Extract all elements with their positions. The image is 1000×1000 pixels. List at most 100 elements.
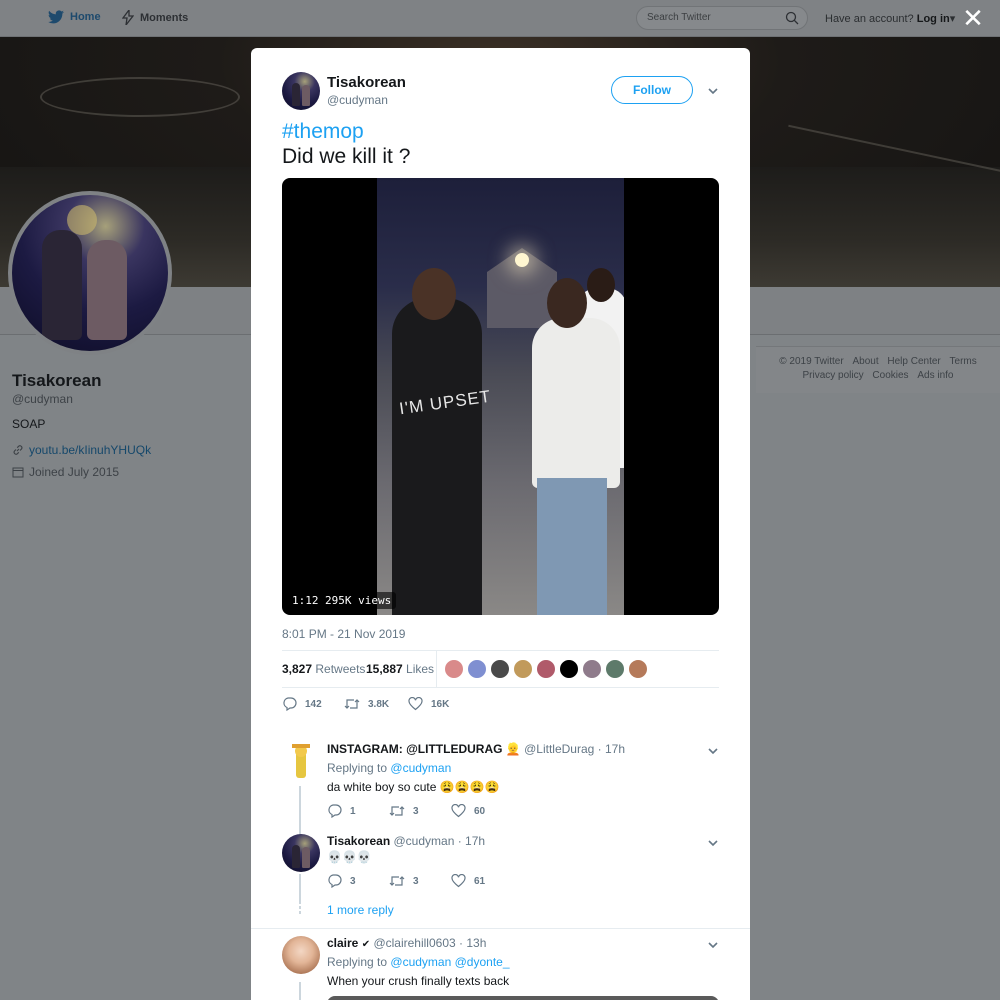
reply-time[interactable]: · 13h	[459, 936, 486, 950]
chevron-down-icon[interactable]	[706, 744, 720, 758]
likes-stat-label: Likes	[406, 662, 435, 676]
liker-avatar[interactable]	[605, 659, 625, 679]
liker-avatar[interactable]	[559, 659, 579, 679]
nav-home-label: Home	[70, 11, 101, 23]
retweet-button[interactable]: 3	[389, 804, 451, 818]
reply-time[interactable]: · 17h	[598, 742, 625, 756]
video-frame: I'M UPSET	[377, 178, 624, 615]
profile-avatar-image	[12, 195, 168, 351]
follow-button[interactable]: Follow	[611, 76, 693, 104]
chevron-down-icon[interactable]	[706, 836, 720, 850]
reply-button[interactable]: 142	[282, 694, 344, 714]
reply-button[interactable]: 3	[327, 874, 389, 888]
search-icon[interactable]	[785, 11, 799, 25]
retweet-button[interactable]: 3.8K	[344, 694, 408, 714]
reply-author-name[interactable]: Tisakorean	[327, 834, 390, 848]
reply-author-name[interactable]: claire	[327, 936, 358, 950]
tweet-modal: Tisakorean @cudyman Follow #themop Did w…	[251, 48, 750, 1000]
liker-avatar[interactable]	[582, 659, 602, 679]
tweet-author-handle[interactable]: @cudyman	[327, 93, 388, 107]
calendar-icon	[12, 467, 24, 478]
footer-copyright: © 2019 Twitter	[779, 356, 844, 367]
reply-author-handle[interactable]: @LittleDurag	[524, 742, 594, 756]
footer-help-link[interactable]: Help Center	[887, 356, 940, 367]
replying-to: Replying to @cudyman	[327, 761, 451, 775]
liker-avatars	[444, 659, 648, 679]
reply-header: INSTAGRAM: @LITTLEDURAG 👱 @LittleDurag ·…	[327, 742, 625, 756]
reply-separator	[251, 928, 750, 929]
tweet-actions: 142 3.8K 16K	[282, 694, 470, 714]
liker-avatar[interactable]	[513, 659, 533, 679]
like-icon	[451, 804, 466, 818]
reply-header: Tisakorean @cudyman · 17h	[327, 834, 485, 848]
replying-to-user[interactable]: @cudyman	[390, 761, 451, 775]
like-button[interactable]: 60	[451, 804, 513, 818]
retweet-icon	[389, 876, 405, 886]
reply-count: 3	[350, 875, 356, 887]
reply-text: 💀💀💀	[327, 850, 372, 864]
replying-to-user[interactable]: @cudyman	[390, 955, 451, 969]
likes-count: 15,887	[366, 662, 403, 676]
profile-joined: Joined July 2015	[12, 465, 119, 479]
nav-home[interactable]: Home	[48, 10, 101, 24]
reply-avatar[interactable]	[282, 834, 320, 872]
retweets-stat[interactable]: 3,827 Retweets	[282, 662, 365, 676]
liker-avatar[interactable]	[444, 659, 464, 679]
profile-link[interactable]: youtu.be/kIinuhYHUQk	[12, 443, 151, 457]
chevron-down-icon[interactable]	[706, 938, 720, 952]
profile-name[interactable]: Tisakorean	[12, 371, 101, 391]
reply-actions: 1 3 60	[327, 804, 513, 818]
nav-moments[interactable]: Moments	[122, 10, 188, 25]
reply-text: da white boy so cute 😩😩😩😩	[327, 780, 500, 794]
search-input[interactable]: Search Twitter	[636, 6, 808, 30]
footer-links: © 2019 Twitter About Help Center Terms P…	[756, 346, 1000, 393]
profile-link-text[interactable]: youtu.be/kIinuhYHUQk	[29, 443, 151, 457]
login-prompt[interactable]: Have an account? Log in▾	[825, 12, 955, 25]
tweet-hashtag[interactable]: #themop	[282, 120, 364, 144]
reply-author-handle[interactable]: @cudyman	[394, 834, 455, 848]
replying-to-user[interactable]: @dyonte_	[455, 955, 510, 969]
tweet-timestamp[interactable]: 8:01 PM - 21 Nov 2019	[282, 627, 405, 641]
like-count: 61	[474, 875, 486, 887]
replying-to-label: Replying to	[327, 761, 388, 775]
reply-icon	[328, 804, 342, 818]
profile-joined-text: Joined July 2015	[29, 465, 120, 479]
like-button[interactable]: 16K	[408, 694, 470, 714]
footer-ads-link[interactable]: Ads info	[917, 370, 953, 381]
tweet-video-player[interactable]: I'M UPSET 1:12 295K views	[282, 178, 719, 615]
tweet-text: Did we kill it ?	[282, 145, 411, 168]
liker-avatar[interactable]	[490, 659, 510, 679]
liker-avatar[interactable]	[467, 659, 487, 679]
reply-avatar[interactable]	[282, 936, 320, 974]
chevron-down-icon[interactable]	[706, 84, 720, 98]
reply-item[interactable]: claire ✔ @clairehill0603 · 13h Replying …	[282, 936, 719, 1000]
footer-privacy-link[interactable]: Privacy policy	[803, 370, 864, 381]
account-prompt: Have an account?	[825, 13, 914, 25]
video-views: 295K views	[320, 592, 397, 609]
tweet-author-avatar[interactable]	[282, 72, 320, 110]
reply-avatar[interactable]	[282, 742, 320, 780]
close-icon[interactable]: ✕	[961, 5, 985, 31]
reply-author-name[interactable]: INSTAGRAM: @LITTLEDURAG	[327, 742, 502, 756]
retweet-button[interactable]: 3	[389, 874, 451, 888]
liker-avatar[interactable]	[628, 659, 648, 679]
more-replies-link[interactable]: 1 more reply	[327, 903, 394, 917]
reply-author-handle[interactable]: @clairehill0603	[373, 936, 455, 950]
footer-about-link[interactable]: About	[852, 356, 878, 367]
footer-terms-link[interactable]: Terms	[950, 356, 977, 367]
search-placeholder: Search Twitter	[647, 12, 711, 23]
reply-media-preview[interactable]	[327, 996, 719, 1000]
like-button[interactable]: 61	[451, 874, 513, 888]
nav-moments-label: Moments	[140, 11, 189, 24]
login-link[interactable]: Log in	[917, 13, 950, 25]
reply-item[interactable]: INSTAGRAM: @LITTLEDURAG 👱 @LittleDurag ·…	[282, 742, 719, 822]
profile-avatar[interactable]	[8, 191, 172, 355]
reply-item[interactable]: Tisakorean @cudyman · 17h 💀💀💀 3 3 61	[282, 834, 719, 894]
liker-avatar[interactable]	[536, 659, 556, 679]
reply-button[interactable]: 1	[327, 804, 389, 818]
replying-to-label: Replying to	[327, 955, 388, 969]
likes-stat[interactable]: 15,887 Likes	[366, 662, 434, 676]
footer-cookies-link[interactable]: Cookies	[872, 370, 908, 381]
reply-time[interactable]: · 17h	[458, 834, 485, 848]
tweet-author-name[interactable]: Tisakorean	[327, 74, 406, 91]
